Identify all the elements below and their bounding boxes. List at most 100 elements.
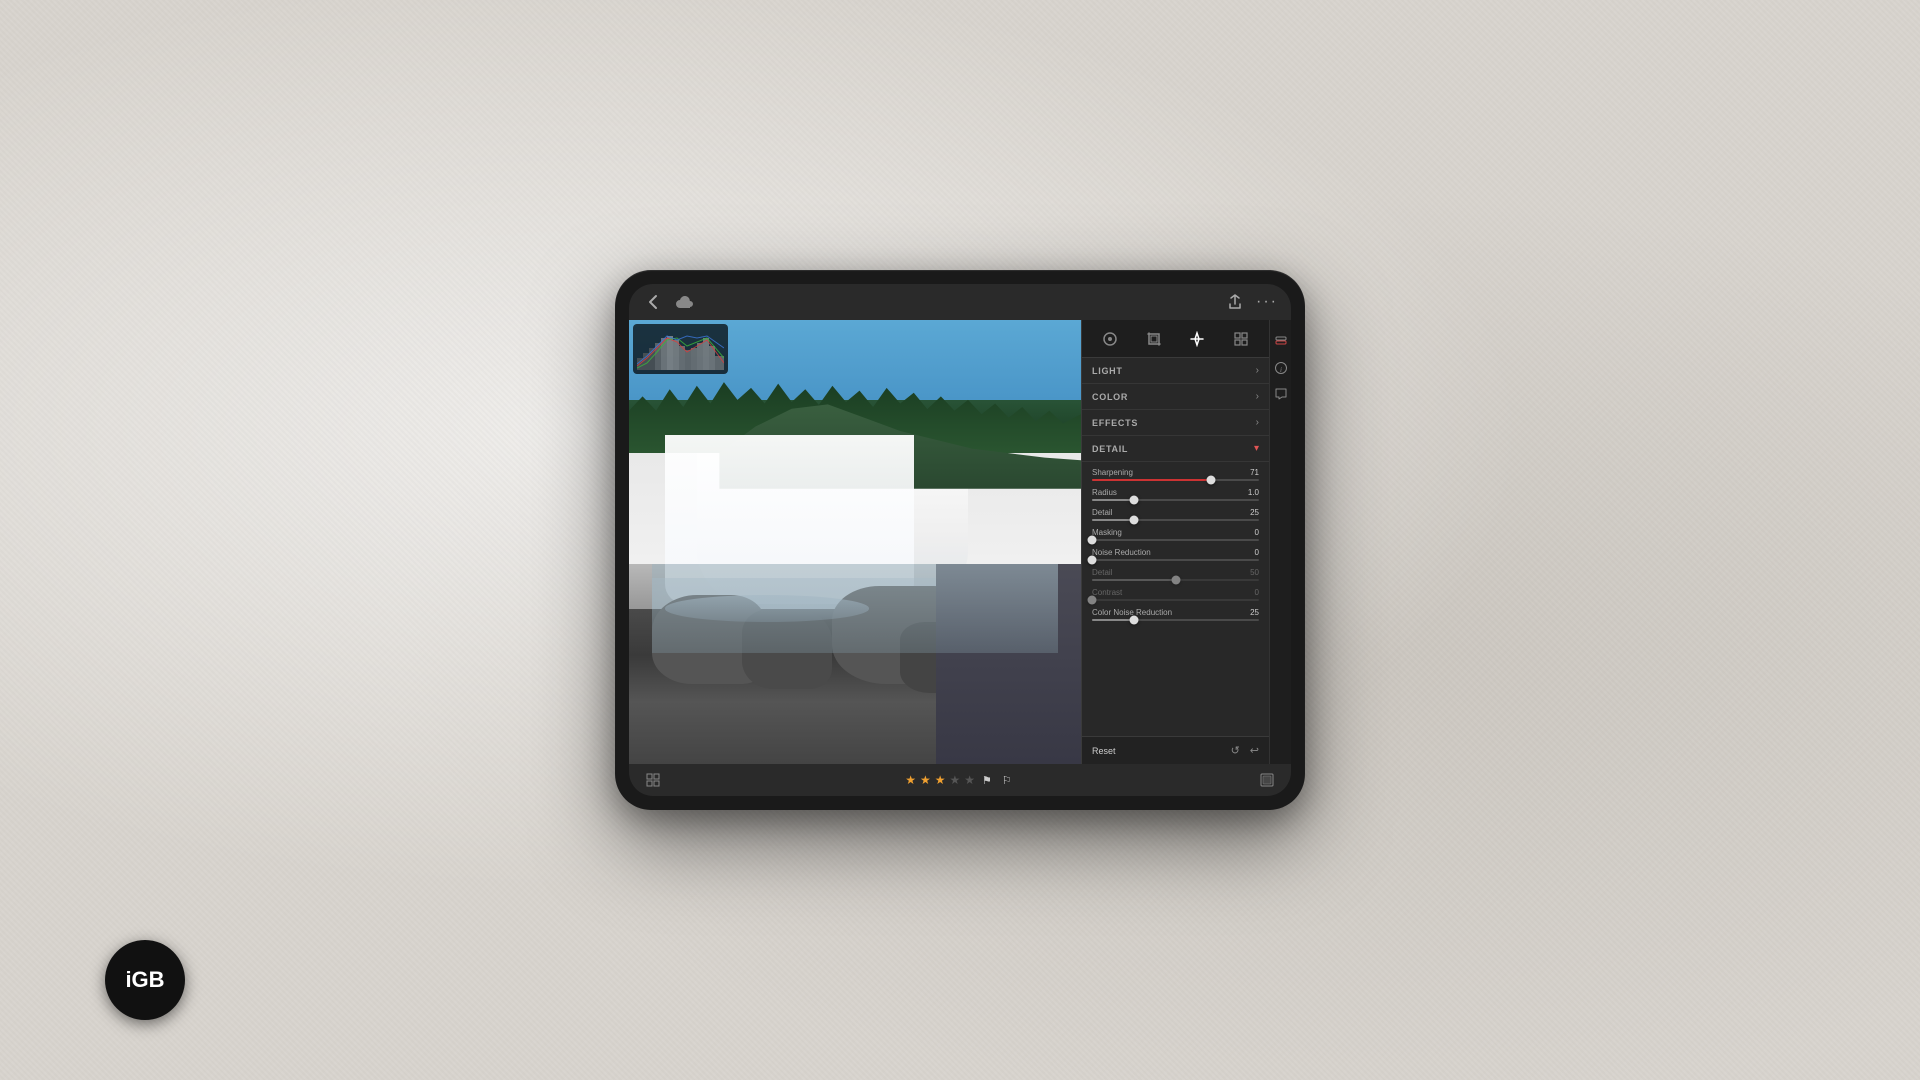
sharpening-label: Sharpening [1092,468,1133,477]
top-bar: ··· [629,284,1291,320]
flag-pick-button[interactable]: ⚑ [982,774,992,787]
toolbar-right [1255,768,1279,792]
noise-reduction-label: Noise Reduction [1092,548,1151,557]
radius-label: Radius [1092,488,1117,497]
sharpening-fill [1092,479,1211,481]
crop-view-button[interactable] [1255,768,1279,792]
right-panel: LIGHT › COLOR › EFFECTS › [1081,320,1269,764]
star-3[interactable]: ★ [935,773,946,787]
tab-selective[interactable] [1228,326,1254,352]
contrast-value: 0 [1255,588,1259,597]
top-bar-right: ··· [1223,290,1279,314]
color-noise-fill [1092,619,1134,621]
detail-sub-slider-row: Detail 50 [1092,568,1259,581]
grid-view-button[interactable] [641,768,665,792]
section-color-label: COLOR [1092,392,1128,402]
section-color[interactable]: COLOR › [1082,384,1269,410]
detail-track[interactable] [1092,519,1259,521]
section-light[interactable]: LIGHT › [1082,358,1269,384]
section-detail[interactable]: DETAIL ▾ [1082,436,1269,462]
tab-auto[interactable] [1097,326,1123,352]
back-button[interactable] [641,290,665,314]
toolbar-center: ★ ★ ★ ★ ★ ⚑ ⚐ [905,773,1015,787]
color-noise-value: 25 [1250,608,1259,617]
detail-value: 25 [1250,508,1259,517]
bottom-toolbar: ★ ★ ★ ★ ★ ⚑ ⚐ [629,764,1291,796]
panel-content: LIGHT › COLOR › EFFECTS › [1082,358,1269,736]
radius-value: 1.0 [1248,488,1259,497]
radius-thumb[interactable] [1129,496,1138,505]
contrast-thumb[interactable] [1088,596,1097,605]
reset-button[interactable]: Reset [1092,746,1116,756]
section-effects-label: EFFECTS [1092,418,1138,428]
tablet-body: ··· [615,270,1305,810]
detail-sub-fill [1092,579,1176,581]
cloud-icon [673,290,697,314]
footer-icons: ↺ ↩ [1231,744,1259,757]
share-button[interactable] [1223,290,1247,314]
contrast-label: Contrast [1092,588,1122,597]
noise-reduction-slider-row: Noise Reduction 0 [1092,548,1259,561]
info-icon[interactable]: i [1273,360,1289,376]
radius-fill [1092,499,1134,501]
chat-icon[interactable] [1273,386,1289,402]
radius-slider-row: Radius 1.0 [1092,488,1259,501]
star-2[interactable]: ★ [920,773,931,787]
tablet: ··· [615,270,1305,810]
noise-reduction-thumb[interactable] [1088,556,1097,565]
detail-slider-row: Detail 25 [1092,508,1259,521]
undo-button[interactable]: ↩ [1250,744,1259,757]
tab-crop[interactable] [1141,326,1167,352]
noise-reduction-value: 0 [1255,548,1259,557]
noise-reduction-track[interactable] [1092,559,1259,561]
igb-logo: iGB [105,940,185,1020]
section-detail-chevron: ▾ [1254,443,1259,454]
main-content: LIGHT › COLOR › EFFECTS › [629,320,1291,764]
detail-fill [1092,519,1134,521]
section-light-chevron: › [1256,365,1259,376]
flag-reject-button[interactable]: ⚐ [1002,774,1012,787]
detail-sub-label: Detail [1092,568,1112,577]
section-detail-label: DETAIL [1092,444,1128,454]
section-color-chevron: › [1256,391,1259,402]
sharpening-track[interactable] [1092,479,1259,481]
masking-value: 0 [1255,528,1259,537]
waterfall-photo [629,320,1081,764]
right-edge-panel: i [1269,320,1291,764]
panel-tabs [1082,320,1269,358]
redo-button[interactable]: ↺ [1231,744,1240,757]
igb-text: iGB [125,967,164,993]
detail-sub-value: 50 [1250,568,1259,577]
section-effects[interactable]: EFFECTS › [1082,410,1269,436]
tab-detail[interactable] [1184,326,1210,352]
sharpening-thumb[interactable] [1206,476,1215,485]
section-light-label: LIGHT [1092,366,1123,376]
masking-slider-row: Masking 0 [1092,528,1259,541]
contrast-track[interactable] [1092,599,1259,601]
contrast-slider-row: Contrast 0 [1092,588,1259,601]
detail-label: Detail [1092,508,1112,517]
masking-thumb[interactable] [1088,536,1097,545]
sharpening-slider-row: Sharpening 71 [1092,468,1259,481]
panel-footer: Reset ↺ ↩ [1082,736,1269,764]
sharpening-value: 71 [1250,468,1259,477]
star-1[interactable]: ★ [905,773,916,787]
masking-track[interactable] [1092,539,1259,541]
detail-thumb[interactable] [1129,516,1138,525]
color-noise-track[interactable] [1092,619,1259,621]
top-bar-left [641,290,697,314]
histogram [633,324,728,374]
radius-track[interactable] [1092,499,1259,501]
star-4[interactable]: ★ [950,773,961,787]
tablet-screen: ··· [629,284,1291,796]
color-noise-thumb[interactable] [1129,616,1138,625]
detail-sub-track[interactable] [1092,579,1259,581]
detail-sub-thumb[interactable] [1171,576,1180,585]
sliders-area: Sharpening 71 [1082,462,1269,632]
photo-area [629,320,1081,764]
layers-icon[interactable] [1273,334,1289,350]
star-5[interactable]: ★ [964,773,975,787]
more-button[interactable]: ··· [1255,290,1279,314]
section-effects-chevron: › [1256,417,1259,428]
toolbar-left [641,768,665,792]
